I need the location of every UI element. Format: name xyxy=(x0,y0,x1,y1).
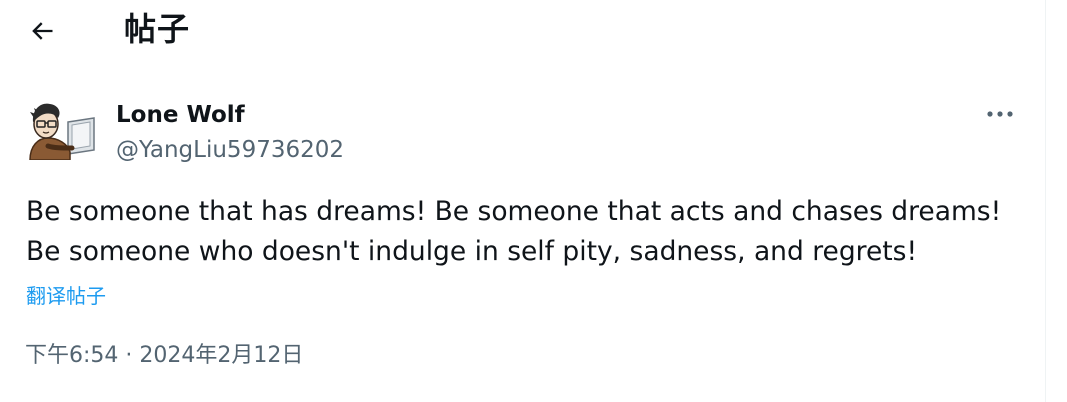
post-text: Be someone that has dreams! Be someone t… xyxy=(26,196,1002,267)
author-handle[interactable]: @YangLiu59736202 xyxy=(116,135,344,165)
arrow-left-icon xyxy=(32,22,53,40)
ellipsis-icon xyxy=(987,111,1013,117)
author-display-name[interactable]: Lone Wolf xyxy=(116,100,245,130)
page-header: 帖子 xyxy=(0,0,1045,58)
back-button[interactable] xyxy=(22,11,62,51)
post-author-row: Lone Wolf @YangLiu59736202 xyxy=(24,100,1024,164)
translate-post-link[interactable]: 翻译帖子 xyxy=(26,282,106,310)
post-timestamp[interactable]: 下午6:54 · 2024年2月12日 xyxy=(25,341,303,371)
avatar-image xyxy=(29,103,95,161)
avatar[interactable] xyxy=(24,100,96,161)
column-divider xyxy=(1045,0,1046,402)
page-title: 帖子 xyxy=(124,10,191,48)
post-detail-page: 帖子 Lone Wolf @YangLiu59736202 Be someone… xyxy=(0,0,1067,402)
more-options-button[interactable] xyxy=(984,100,1016,128)
